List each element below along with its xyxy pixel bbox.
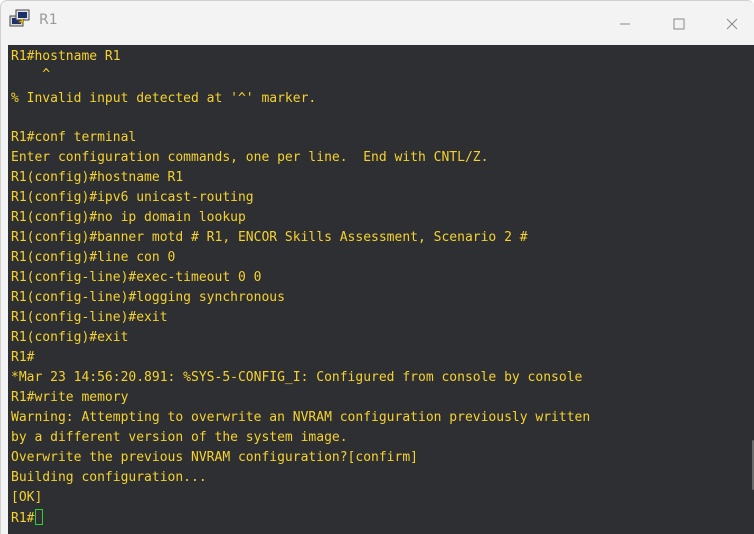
terminal-line: R1(config-line)#logging synchronous <box>11 290 285 305</box>
title-bar[interactable]: R1 <box>1 1 754 45</box>
putty-window: R1 R1#hostname R1 ^ % Invalid input dete… <box>0 0 754 534</box>
terminal-line: R1# <box>11 350 35 365</box>
close-icon <box>726 18 738 30</box>
text-cursor <box>35 509 44 525</box>
minimize-icon <box>620 23 630 25</box>
terminal-line: R1#conf terminal <box>11 130 137 145</box>
terminal-line: % Invalid input detected at '^' marker. <box>11 91 317 106</box>
terminal-area[interactable]: R1#hostname R1 ^ % Invalid input detecte… <box>8 45 754 534</box>
terminal-line: R1(config-line)#exit <box>11 310 168 325</box>
terminal-line: [OK] <box>11 490 43 505</box>
terminal-line: R1(config)#no ip domain lookup <box>11 210 246 225</box>
terminal-line: Overwrite the previous NVRAM configurati… <box>11 450 418 465</box>
maximize-button[interactable] <box>656 1 702 45</box>
terminal-line: ^ <box>11 67 51 82</box>
terminal-line: R1(config)#hostname R1 <box>11 170 184 185</box>
terminal-line: R1(config)#exit <box>11 330 129 345</box>
terminal-line: R1(config-line)#exec-timeout 0 0 <box>11 270 262 285</box>
minimize-button[interactable] <box>602 1 648 45</box>
terminal-line: *Mar 23 14:56:20.891: %SYS-5-CONFIG_I: C… <box>11 370 583 385</box>
maximize-icon <box>673 18 685 30</box>
terminal-prompt-line[interactable]: R1# <box>11 509 44 528</box>
terminal-line: R1(config)#ipv6 unicast-routing <box>11 190 254 205</box>
terminal-prompt: R1# <box>11 511 35 526</box>
window-title: R1 <box>39 12 58 28</box>
close-button[interactable] <box>709 1 754 45</box>
terminal-line: R1#hostname R1 <box>11 49 121 64</box>
terminal-line: by a different version of the system ima… <box>11 430 348 445</box>
terminal-line: Building configuration... <box>11 470 207 485</box>
terminal-line: R1(config)#line con 0 <box>11 250 176 265</box>
terminal-line: R1#write memory <box>11 390 129 405</box>
putty-icon <box>9 9 30 27</box>
terminal-line: R1(config)#banner motd # R1, ENCOR Skill… <box>11 230 528 245</box>
terminal-line: Warning: Attempting to overwrite an NVRA… <box>11 410 591 425</box>
terminal-line: Enter configuration commands, one per li… <box>11 150 489 165</box>
